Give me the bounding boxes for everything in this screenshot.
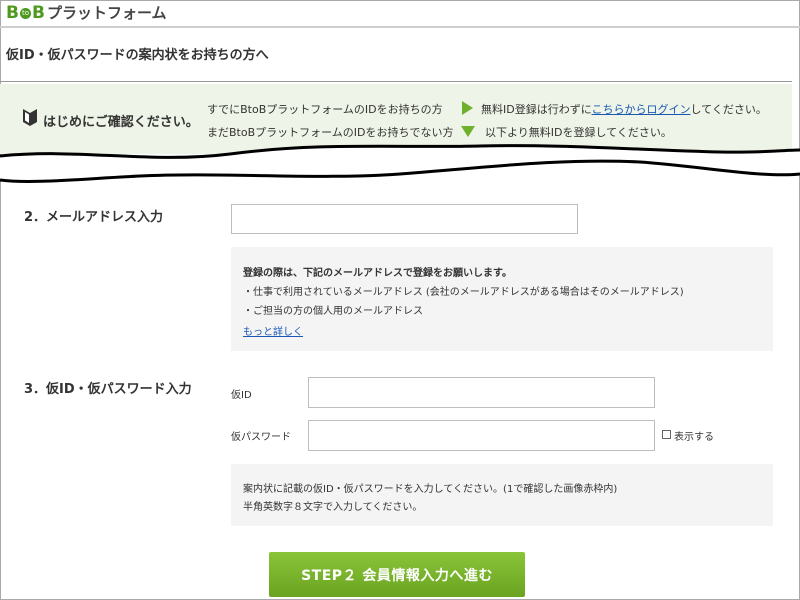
show-password-checkbox[interactable] [662, 430, 671, 439]
email-info-item: ・仕事で利用されているメールアドレス (会社のメールアドレスがある場合はそのメー… [243, 287, 684, 298]
login-link[interactable]: こちらからログイン [592, 103, 691, 116]
email-info-heading: 登録の際は、下記のメールアドレスで登録をお願いします。 [243, 268, 512, 279]
page-title: 仮ID・仮パスワードの案内状をお持ちの方へ [6, 48, 269, 63]
btob-logo[interactable]: B to B プラットフォーム [6, 4, 167, 22]
email-input[interactable] [231, 204, 578, 234]
notice-login-text: 無料ID登録は行わずにこちらからログインしてください。 [481, 101, 767, 117]
temp-id-label: 仮ID [231, 390, 252, 401]
logo-to: to [19, 8, 31, 19]
logo-name: プラットフォーム [46, 4, 167, 22]
arrow-right-icon [462, 101, 473, 115]
credentials-section-label: 3．仮ID・仮パスワード入力 [24, 382, 192, 397]
email-info-box [231, 247, 773, 351]
credentials-info-line: 案内状に記載の仮ID・仮パスワードを入力してください。(1で確認した画像赤枠内) [243, 484, 618, 495]
notice-login-suffix: してください。 [690, 103, 767, 116]
logo-b: B [6, 3, 19, 23]
credentials-info-line: 半角英数字８文字で入力してください。 [243, 502, 423, 513]
temp-id-input[interactable] [308, 377, 655, 408]
temp-password-label: 仮パスワード [231, 432, 291, 443]
beginner-mark-icon [23, 109, 37, 126]
notice-login-prefix: 無料ID登録は行わずに [481, 103, 592, 116]
title-divider [0, 81, 792, 82]
notice-existing-user-text: すでにBtoBプラットフォームのIDをお持ちの方 [207, 103, 443, 116]
more-details-link[interactable]: もっと詳しく [243, 323, 303, 338]
credentials-info-box [231, 464, 773, 526]
header-divider [0, 26, 800, 28]
email-section-label: 2．メールアドレス入力 [24, 210, 164, 225]
page-break-wave [0, 144, 800, 183]
next-step-button[interactable]: STEP２ 会員情報入力へ進む [269, 552, 525, 597]
show-password-label[interactable]: 表示する [674, 428, 714, 443]
email-info-item: ・ご担当の方の個人用のメールアドレス [243, 306, 423, 317]
temp-password-input[interactable] [308, 420, 655, 451]
logo-b: B [31, 3, 45, 23]
